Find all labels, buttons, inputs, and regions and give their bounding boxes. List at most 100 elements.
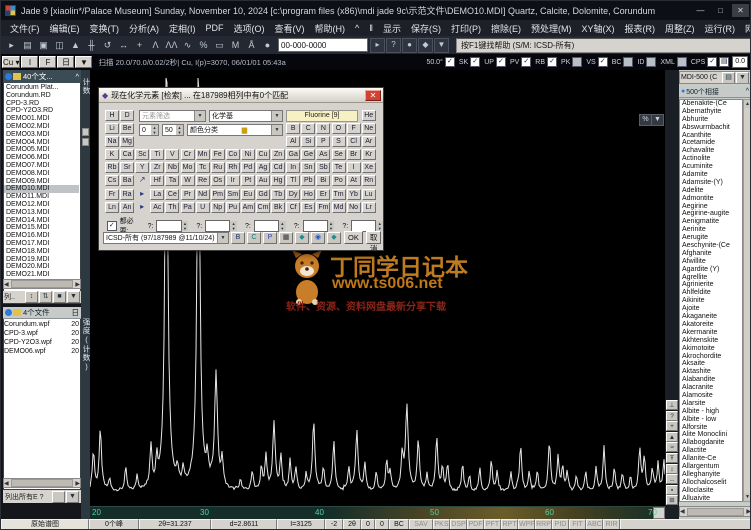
element-button[interactable]: Hg — [271, 175, 285, 186]
element-button[interactable]: Sb — [316, 162, 330, 173]
file-list-item[interactable]: DEMO02.MDI — [4, 123, 79, 131]
element-button[interactable]: Nb — [165, 162, 179, 173]
checkbox[interactable] — [623, 57, 633, 67]
element-button[interactable]: Rb — [105, 162, 119, 173]
file-list-item[interactable]: DEMO01.MDI — [4, 115, 79, 123]
element-button[interactable]: K — [105, 149, 119, 160]
scroll-thumb[interactable] — [687, 508, 745, 516]
element-button[interactable]: I — [347, 162, 361, 173]
phase-list-item[interactable]: Akaganeite — [680, 313, 742, 321]
phase-list-item[interactable]: Allanite-Ce — [680, 455, 742, 463]
phase-list-item[interactable]: Albite - high — [680, 408, 742, 416]
scan-toolbar-button[interactable]: 日 — [57, 56, 74, 68]
element-button[interactable]: Mg — [120, 136, 134, 147]
side-tool-button[interactable]: ? — [666, 411, 678, 421]
close-button[interactable]: ✕ — [732, 4, 749, 17]
file-list-item[interactable]: DEMO19.MDI — [4, 256, 79, 264]
phase-list-item[interactable]: Aegirine-augite — [680, 210, 742, 218]
element-button[interactable]: Al — [286, 136, 300, 147]
element-button[interactable]: Au — [256, 175, 270, 186]
side-tool-button[interactable]: + — [666, 421, 678, 431]
file-list-item[interactable]: DEMO13.MDI — [4, 209, 79, 217]
dialog-close-icon[interactable]: ✕ — [365, 90, 381, 101]
element-button[interactable]: Ba — [120, 175, 134, 186]
toolbar-mini-button[interactable]: ▼ — [434, 38, 449, 53]
angstrom-icon[interactable]: Å — [244, 38, 259, 52]
phase-list-item[interactable]: Aktashite — [680, 368, 742, 376]
filter-letter-button[interactable]: P — [263, 232, 277, 244]
phase-list-item[interactable]: Alarsite — [680, 400, 742, 408]
element-button[interactable]: B — [286, 123, 300, 134]
file-list-item[interactable]: DEMO03.MDI — [4, 131, 79, 139]
element-button[interactable]: Ar — [362, 136, 376, 147]
element-button[interactable]: Ce — [165, 189, 179, 200]
wpf-list-header[interactable]: 4个文件 日 — [3, 307, 81, 319]
max-spinner[interactable]: 50 ▲▼ — [162, 124, 184, 136]
element-button[interactable]: W — [181, 175, 195, 186]
element-button[interactable]: La — [150, 189, 164, 200]
file-list-item[interactable]: DEMO10.MDI — [4, 185, 79, 193]
phase-list-item[interactable]: Allactite — [680, 447, 742, 455]
phase-list-item[interactable]: Alamosite — [680, 392, 742, 400]
phase-list-item[interactable]: Acanthite — [680, 132, 742, 140]
phase-list-item[interactable]: Adamite — [680, 171, 742, 179]
element-button[interactable]: Fe — [211, 149, 225, 160]
scroll-up-icon[interactable]: ▲ — [744, 100, 751, 108]
element-button[interactable]: Rh — [226, 162, 240, 173]
element-button[interactable]: Fm — [316, 202, 330, 213]
element-button[interactable]: Ln — [105, 202, 119, 213]
phase-list-item[interactable]: Alforsite — [680, 424, 742, 432]
dropdown-icon[interactable]: ▼ — [217, 233, 228, 243]
element-button[interactable]: Pm — [211, 189, 225, 200]
status-segment[interactable]: I=3125 — [277, 519, 325, 530]
scroll-left-icon[interactable]: ◀ — [4, 281, 9, 288]
scroll-right-icon[interactable]: ▶ — [75, 281, 80, 288]
dropdown-icon[interactable]: ▼ — [66, 491, 79, 503]
element-button[interactable]: Zr — [150, 162, 164, 173]
element-button[interactable]: Cu — [256, 149, 270, 160]
element-button[interactable]: Li — [105, 123, 119, 134]
phase-list-item[interactable]: Allargentum — [680, 463, 742, 471]
element-button[interactable]: Ti — [150, 149, 164, 160]
dropdown-icon[interactable]: ▼ — [736, 72, 749, 84]
element-button[interactable]: Tb — [271, 189, 285, 200]
element-button[interactable]: Ni — [241, 149, 255, 160]
phase-list-item[interactable]: Akrochordite — [680, 353, 742, 361]
element-button[interactable]: Ir — [226, 175, 240, 186]
side-tool-button[interactable]: ↕ — [666, 464, 678, 474]
element-button[interactable]: Lr — [362, 202, 376, 213]
list-control-button[interactable]: ■ — [53, 291, 66, 303]
spinner-arrows[interactable]: ▲▼ — [376, 221, 383, 231]
dropdown-icon[interactable]: ▼ — [271, 125, 282, 135]
status-segment[interactable]: RPT — [501, 519, 518, 530]
phase-list-item[interactable]: Agardite (Y) — [680, 266, 742, 274]
element-button[interactable]: In — [286, 162, 300, 173]
filter-diamond-button[interactable]: ◉ — [311, 232, 325, 244]
status-segment[interactable]: PFT — [484, 519, 501, 530]
menu-item[interactable]: 选项(O) — [229, 21, 270, 36]
menu-item[interactable]: 打印(P) — [446, 21, 486, 36]
status-segment[interactable]: PDF — [467, 519, 484, 530]
status-segment[interactable]: PID — [552, 519, 569, 530]
element-button[interactable]: He — [362, 110, 376, 121]
spinner-arrows[interactable]: ▲▼ — [230, 221, 237, 231]
side-tool-button[interactable]: Ŧ — [666, 453, 678, 463]
display-mode-icon[interactable]: ◫ — [52, 38, 67, 52]
menu-item[interactable]: 报表(R) — [619, 21, 660, 36]
element-button[interactable]: Tm — [332, 189, 346, 200]
element-button[interactable]: H — [105, 110, 119, 121]
element-button[interactable]: An — [120, 202, 134, 213]
window-icon[interactable]: ▭ — [212, 38, 227, 52]
phase-list-item[interactable]: Acetamide — [680, 139, 742, 147]
menu-item[interactable]: 编辑(E) — [45, 21, 85, 36]
phase-list-item[interactable]: Abswurmbachit — [680, 124, 742, 132]
phase-list-item[interactable]: Actinolite — [680, 155, 742, 163]
element-button[interactable]: Nd — [196, 189, 210, 200]
peak-icon[interactable]: Λ — [148, 38, 163, 52]
element-button[interactable]: Pr — [181, 189, 195, 200]
element-button[interactable]: Ge — [301, 149, 315, 160]
strip-button[interactable] — [82, 138, 89, 146]
menu-item[interactable]: 预处理(M) — [526, 21, 577, 36]
scroll-thumb[interactable] — [11, 479, 74, 487]
file-list-item[interactable]: DEMO21.MDI — [4, 271, 79, 278]
